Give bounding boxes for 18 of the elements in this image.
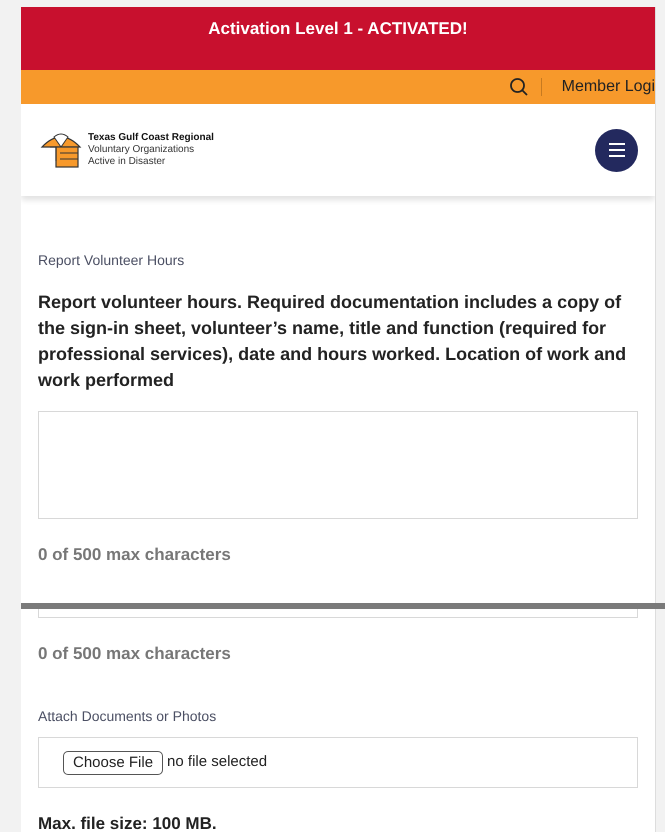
logo-text: Active in Disaster: [88, 156, 166, 168]
menu-button[interactable]: [595, 128, 638, 172]
field-label: Report Volunteer Hours: [38, 253, 186, 267]
logo-icon: [38, 131, 84, 169]
character-counter: 0 of 500 max characters: [38, 645, 232, 662]
field-label: Attach Documents or Photos: [38, 709, 218, 723]
search-icon[interactable]: [508, 77, 529, 97]
question-text: Report volunteer hours. Required documentation includes a copy of the sign-in sheet, volunteer’s name, title and function (required for professional services), date and hours worked. Location of work and work performed: [38, 291, 628, 392]
member-login-link[interactable]: Member Logi: [554, 75, 655, 99]
alert-text: Activation Level 1 - ACTIVATED!: [208, 20, 468, 37]
file-input[interactable]: Choose File no file selected: [38, 737, 638, 788]
character-counter: 0 of 500 max characters: [38, 546, 232, 563]
choose-file-button[interactable]: Choose File: [63, 750, 164, 774]
logo-text: Texas Gulf Coast Regional: [88, 132, 214, 144]
menu-icon: [608, 143, 626, 157]
file-status: no file selected: [167, 752, 268, 772]
logo-text: Voluntary Organizations: [88, 144, 196, 156]
file-size-note: Max. file size: 100 MB.: [38, 815, 218, 832]
